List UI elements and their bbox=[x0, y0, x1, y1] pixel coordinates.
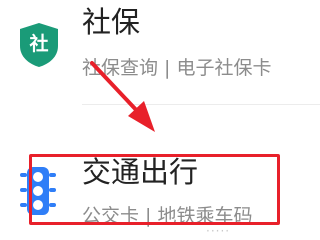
shebao-subtitle: 社保查询 | 电子社保卡 bbox=[82, 57, 272, 79]
shebao-icon-label: 社 bbox=[29, 33, 49, 55]
screen: 社 社保 社保查询 | 电子社保卡 交通出行 公交卡 | 地铁乘车码 ····· bbox=[0, 0, 320, 240]
divider bbox=[82, 104, 320, 105]
highlight-box bbox=[29, 154, 280, 225]
service-item-shebao[interactable]: 社 社保 社保查询 | 电子社保卡 bbox=[0, 0, 320, 110]
shebao-title: 社保 bbox=[82, 5, 141, 39]
watermark: ····· bbox=[206, 224, 231, 238]
